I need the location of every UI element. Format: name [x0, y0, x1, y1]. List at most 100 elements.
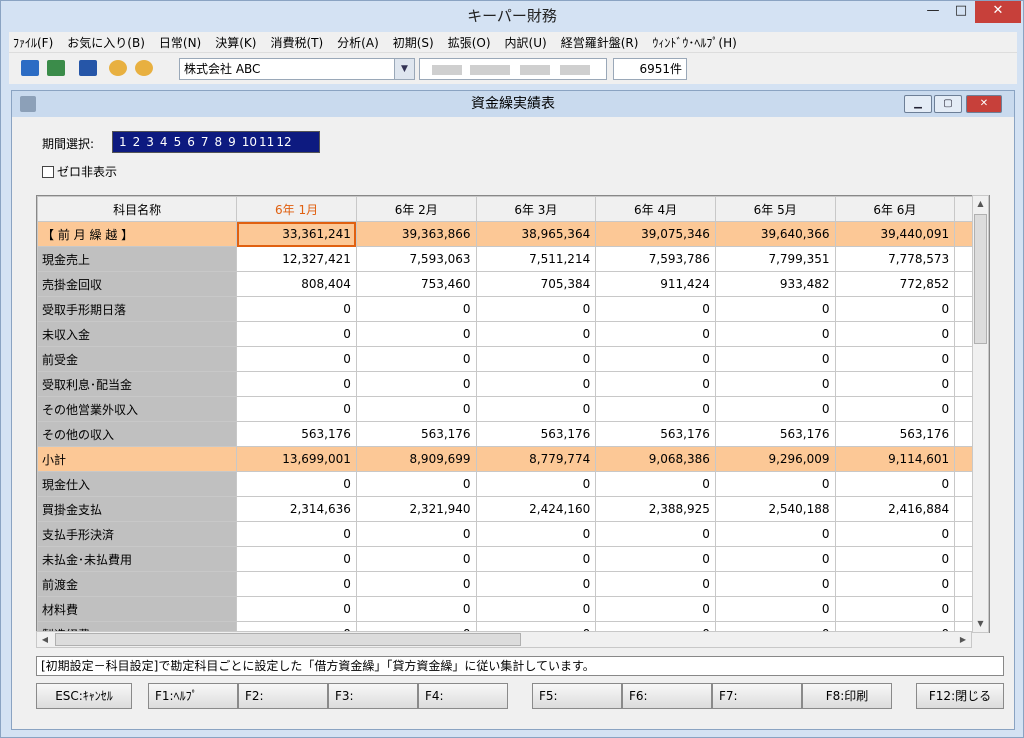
- child-minimize-button[interactable]: ▁: [904, 95, 932, 113]
- value-cell[interactable]: 0: [236, 321, 357, 347]
- value-cell[interactable]: 0: [595, 396, 716, 422]
- value-cell[interactable]: 0: [595, 321, 716, 347]
- value-cell[interactable]: 0: [355, 371, 477, 397]
- value-cell[interactable]: 0: [834, 571, 956, 597]
- function-key-button[interactable]: F2:: [238, 683, 328, 709]
- period-month[interactable]: 3: [146, 135, 154, 149]
- period-month[interactable]: 2: [133, 135, 141, 149]
- menu-item[interactable]: 消費税(T): [270, 34, 323, 51]
- menu-item[interactable]: 内訳(U): [505, 34, 547, 51]
- value-cell[interactable]: 9,114,601: [834, 446, 956, 472]
- value-cell[interactable]: 0: [595, 471, 716, 497]
- value-cell[interactable]: 933,482: [714, 271, 836, 297]
- value-cell[interactable]: 0: [834, 521, 956, 547]
- value-cell[interactable]: 753,460: [355, 271, 477, 297]
- value-cell[interactable]: 0: [355, 546, 477, 572]
- value-cell[interactable]: 0: [595, 596, 716, 622]
- value-cell[interactable]: 39,363,866: [355, 221, 477, 247]
- period-month[interactable]: 11: [259, 135, 274, 149]
- value-cell[interactable]: 0: [834, 296, 956, 322]
- menu-item[interactable]: ｳｨﾝﾄﾞｳ･ﾍﾙﾌﾟ(H): [652, 34, 736, 51]
- value-cell[interactable]: 0: [714, 521, 836, 547]
- value-cell[interactable]: 2,314,636: [236, 496, 357, 522]
- function-key-button[interactable]: F3:: [328, 683, 418, 709]
- value-cell[interactable]: 9,296,009: [714, 446, 836, 472]
- scroll-thumb[interactable]: [974, 214, 987, 344]
- value-cell[interactable]: 0: [714, 596, 836, 622]
- function-key-button[interactable]: F8:印刷: [802, 683, 892, 709]
- value-cell[interactable]: 2,416,884: [834, 496, 956, 522]
- maximize-button[interactable]: □: [947, 1, 975, 23]
- function-key-button[interactable]: ESC:ｷｬﾝｾﾙ: [36, 683, 132, 709]
- scroll-down-icon[interactable]: ▼: [973, 616, 988, 632]
- value-cell[interactable]: 0: [595, 546, 716, 572]
- value-cell[interactable]: 563,176: [834, 421, 956, 447]
- value-cell[interactable]: 2,388,925: [595, 496, 716, 522]
- period-month[interactable]: 12: [276, 135, 291, 149]
- value-cell[interactable]: 0: [475, 521, 597, 547]
- value-cell[interactable]: 0: [834, 471, 956, 497]
- zero-hide-checkbox[interactable]: ゼロ非表示: [42, 163, 117, 180]
- value-cell[interactable]: 0: [595, 296, 716, 322]
- value-cell[interactable]: 0: [595, 571, 716, 597]
- value-cell[interactable]: 0: [475, 471, 597, 497]
- zoom-in-icon[interactable]: [109, 60, 127, 76]
- checkbox-box[interactable]: [42, 165, 54, 178]
- child-maximize-button[interactable]: ▢: [934, 95, 962, 113]
- value-cell[interactable]: 0: [834, 321, 956, 347]
- period-month[interactable]: 10: [242, 135, 257, 149]
- value-cell[interactable]: 0: [236, 371, 357, 397]
- function-key-button[interactable]: F1:ﾍﾙﾌﾟ: [148, 683, 238, 709]
- function-key-button[interactable]: F12:閉じる: [916, 683, 1004, 709]
- value-cell[interactable]: 0: [595, 346, 716, 372]
- value-cell[interactable]: 0: [714, 571, 836, 597]
- scroll-right-icon[interactable]: ▶: [955, 632, 971, 647]
- value-cell[interactable]: 0: [475, 396, 597, 422]
- value-cell[interactable]: 0: [834, 346, 956, 372]
- value-cell[interactable]: 0: [355, 471, 477, 497]
- function-key-button[interactable]: F4:: [418, 683, 508, 709]
- value-cell[interactable]: 0: [714, 396, 836, 422]
- menu-item[interactable]: 初期(S): [393, 34, 434, 51]
- value-cell[interactable]: 39,075,346: [595, 221, 716, 247]
- value-cell[interactable]: 13,699,001: [236, 446, 357, 472]
- function-key-button[interactable]: F7:: [712, 683, 802, 709]
- export-icon[interactable]: [47, 60, 65, 76]
- period-month[interactable]: 5: [174, 135, 182, 149]
- value-cell[interactable]: 9,068,386: [595, 446, 716, 472]
- value-cell[interactable]: 0: [475, 571, 597, 597]
- value-cell[interactable]: 2,321,940: [355, 496, 477, 522]
- period-month[interactable]: 1: [119, 135, 127, 149]
- period-month[interactable]: 4: [160, 135, 168, 149]
- value-cell[interactable]: 0: [355, 296, 477, 322]
- value-cell[interactable]: 0: [834, 371, 956, 397]
- value-cell[interactable]: 0: [595, 371, 716, 397]
- value-cell[interactable]: 7,511,214: [475, 246, 597, 272]
- value-cell[interactable]: 0: [714, 346, 836, 372]
- value-cell[interactable]: 0: [355, 346, 477, 372]
- value-cell[interactable]: 7,593,063: [355, 246, 477, 272]
- value-cell[interactable]: 0: [714, 546, 836, 572]
- menu-item[interactable]: ﾌｧｲﾙ(F): [13, 34, 53, 51]
- value-cell[interactable]: 12,327,421: [236, 246, 357, 272]
- value-cell[interactable]: 0: [475, 346, 597, 372]
- value-cell[interactable]: 911,424: [595, 271, 716, 297]
- value-cell[interactable]: 0: [236, 546, 357, 572]
- value-cell[interactable]: 705,384: [475, 271, 597, 297]
- period-month[interactable]: 8: [214, 135, 222, 149]
- save-icon[interactable]: [21, 60, 39, 76]
- value-cell[interactable]: 0: [475, 596, 597, 622]
- chevron-down-icon[interactable]: ▼: [394, 59, 414, 79]
- value-cell[interactable]: 0: [355, 321, 477, 347]
- value-cell[interactable]: 808,404: [236, 271, 357, 297]
- value-cell[interactable]: 0: [236, 571, 357, 597]
- period-month[interactable]: 7: [201, 135, 209, 149]
- zoom-out-icon[interactable]: [135, 60, 153, 76]
- value-cell[interactable]: 0: [236, 521, 357, 547]
- close-button[interactable]: ✕: [975, 1, 1021, 23]
- value-cell[interactable]: 0: [236, 396, 357, 422]
- image-icon[interactable]: [79, 60, 97, 76]
- value-cell[interactable]: 0: [355, 396, 477, 422]
- value-cell[interactable]: 8,779,774: [475, 446, 597, 472]
- value-cell[interactable]: 0: [236, 596, 357, 622]
